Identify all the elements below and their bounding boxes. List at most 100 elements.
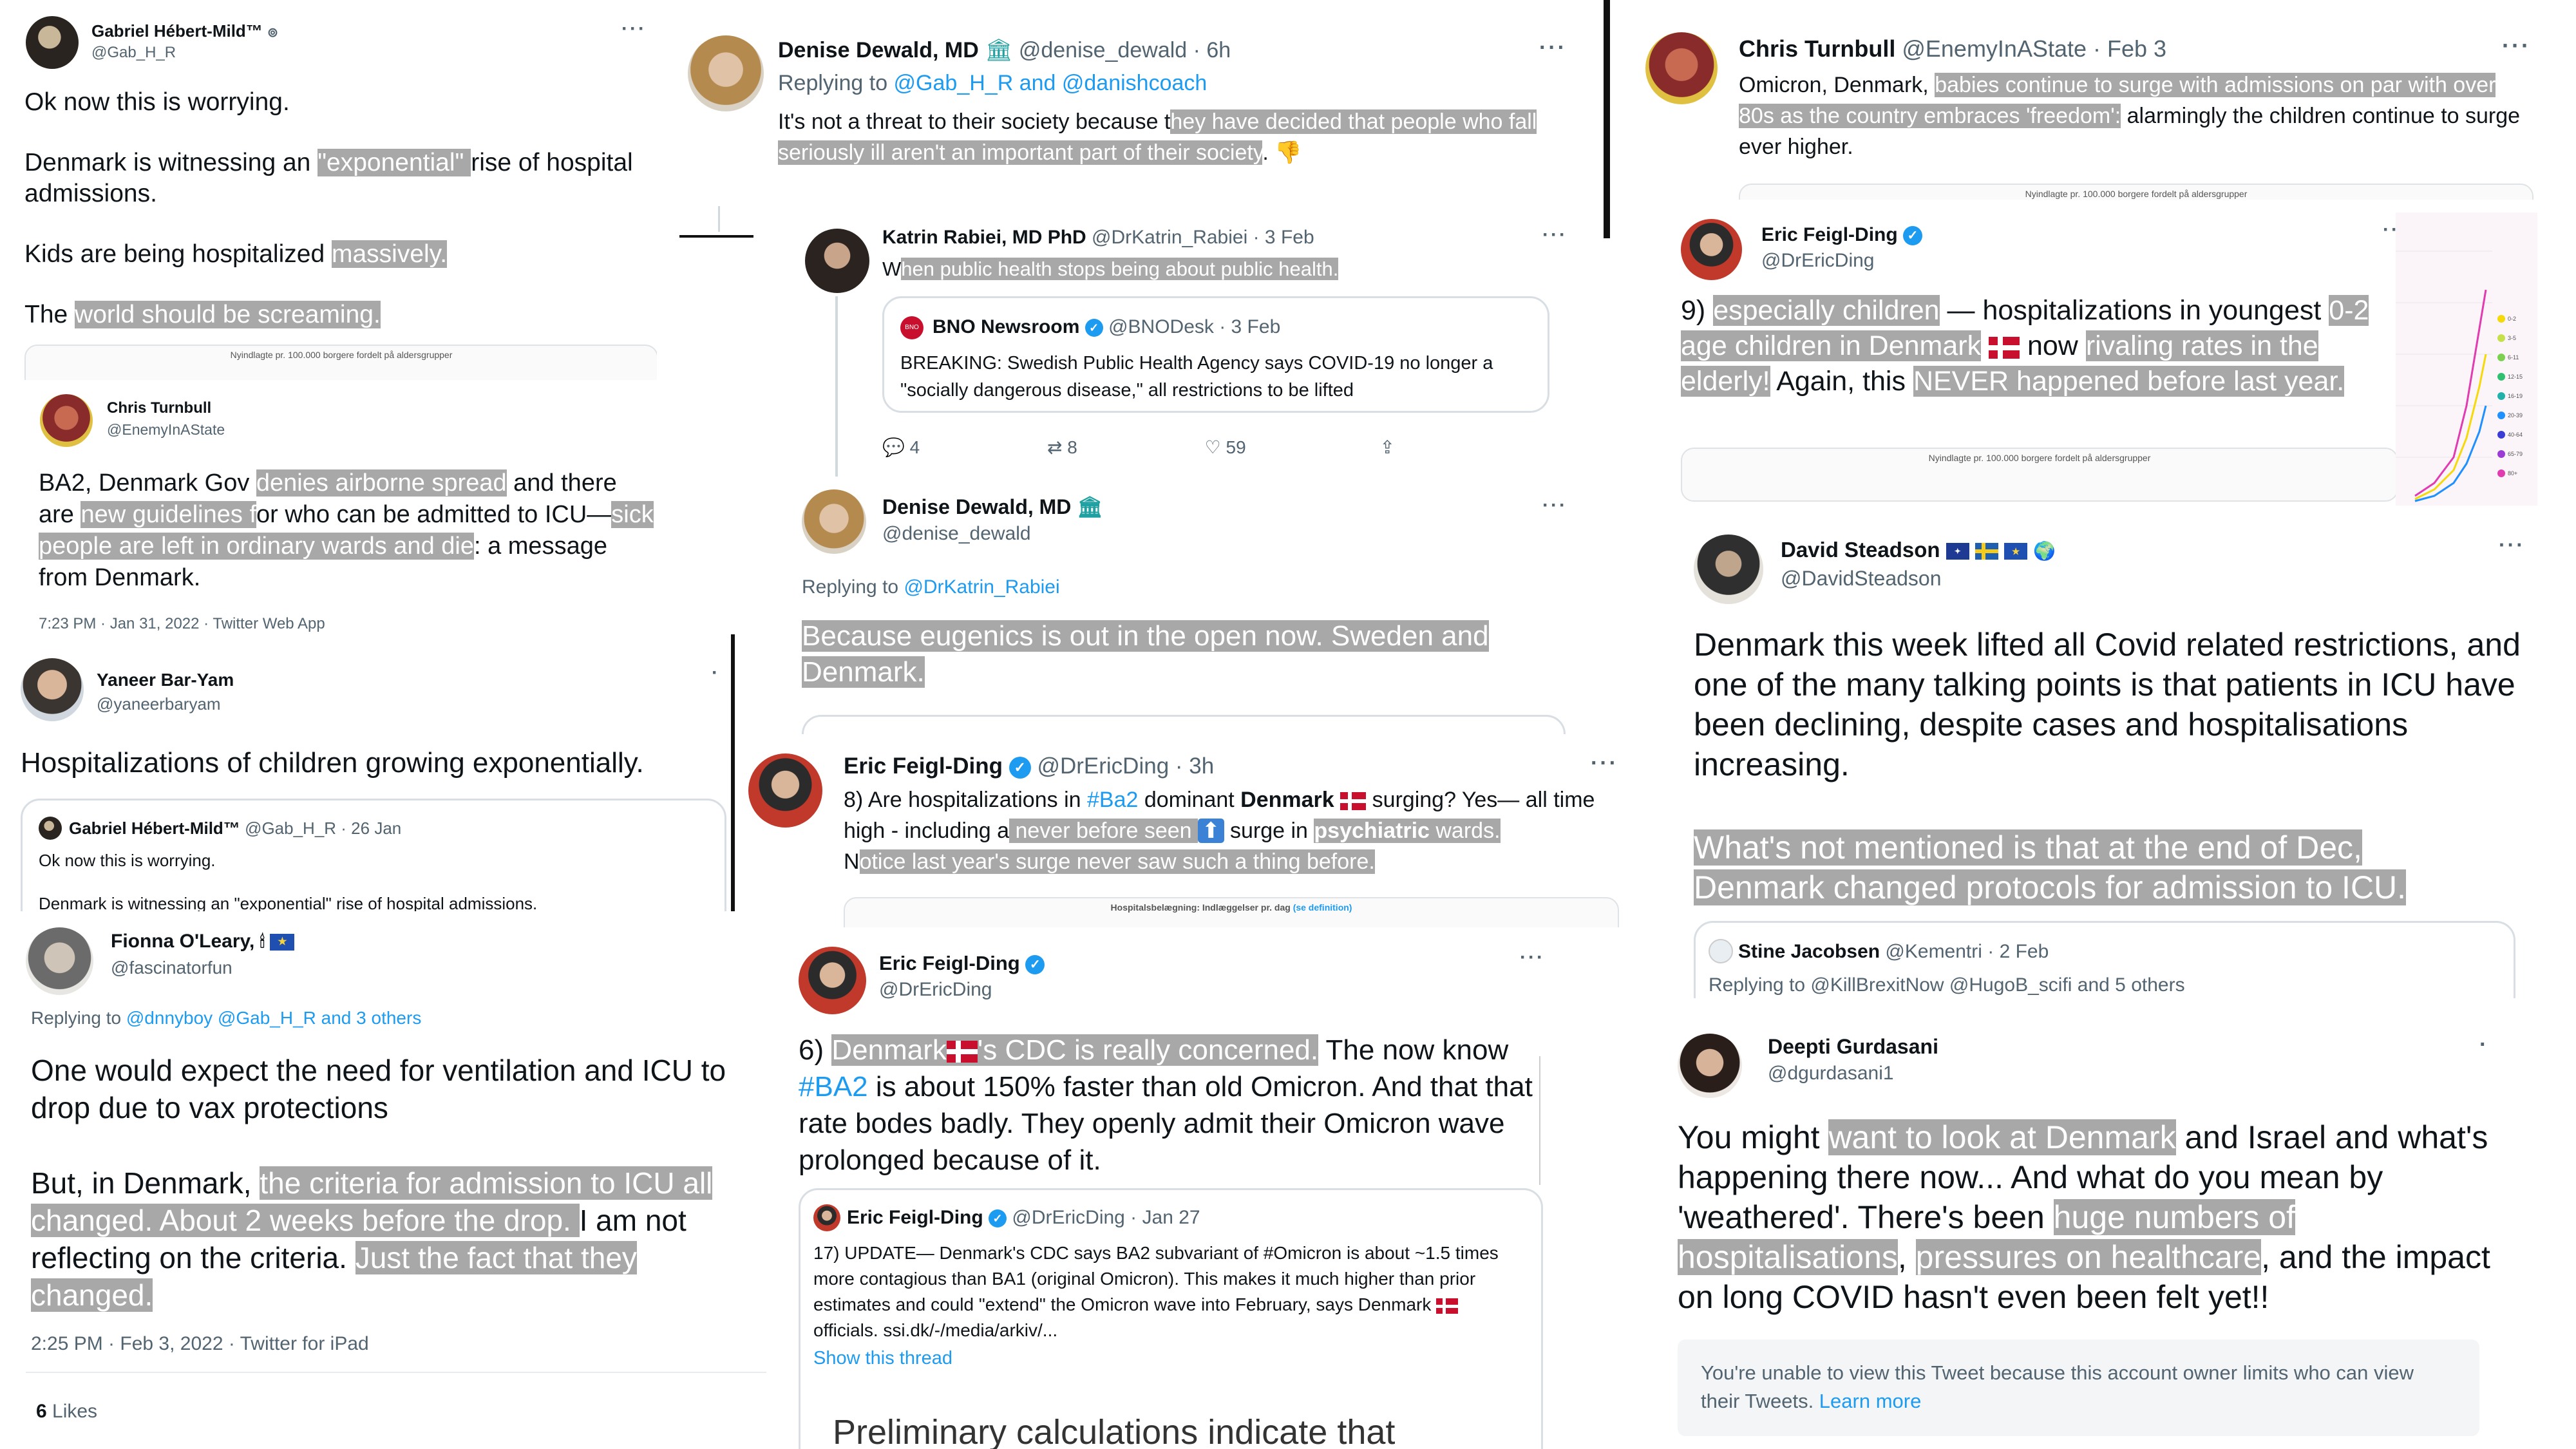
tweet-chris-quote: Chris Turnbull @EnemyInAState BA2, Denma… — [19, 380, 663, 638]
avatar[interactable] — [1681, 219, 1742, 280]
hospital-icon: 🕯 — [260, 932, 265, 951]
divider — [1604, 0, 1610, 238]
tweet-meta[interactable]: 7:23 PM · Jan 31, 2022 · Twitter Web App — [39, 615, 325, 633]
more-icon[interactable]: ··· — [621, 18, 647, 40]
quoted-tweet[interactable]: BNO BNO Newsroom ✓ @BNODesk · 3 Feb BREA… — [882, 296, 1549, 413]
quoted-tweet[interactable] — [802, 715, 1566, 734]
tweet-text: When public health stops being about pub… — [882, 258, 1339, 280]
author-handle[interactable]: @DavidSteadson — [1781, 567, 1942, 591]
eu-flag-icon: ★ — [270, 934, 295, 951]
author-handle[interactable]: @DrEricDing — [879, 979, 992, 1001]
likes-count[interactable]: 6 Likes — [36, 1401, 97, 1423]
quote-author[interactable]: BNO Newsroom ✓ @BNODesk · 3 Feb — [933, 316, 1280, 338]
replying-to[interactable]: Replying to @Gab_H_R and @danishcoach — [778, 71, 1207, 96]
avatar[interactable] — [805, 229, 869, 293]
legend-swatch — [2497, 354, 2505, 361]
author-handle[interactable]: @denise_dewald — [882, 523, 1031, 545]
legend-item: 6-11 — [2497, 348, 2536, 367]
avatar[interactable] — [799, 947, 866, 1014]
avatar[interactable] — [1645, 32, 1718, 104]
author-handle[interactable]: @Gab_H_R — [91, 44, 176, 62]
avatar[interactable]: BNO — [900, 316, 923, 339]
tweet-meta[interactable]: 2:25 PM · Feb 3, 2022 · Twitter for iPad — [31, 1333, 369, 1355]
avatar[interactable] — [748, 753, 822, 828]
like-icon[interactable]: ♡ — [1205, 437, 1221, 457]
reply-icon[interactable]: 💬 — [882, 437, 905, 457]
more-icon[interactable]: ··· — [1539, 35, 1567, 61]
tweet-eric-8: Eric Feigl-Ding ✓ @DrEricDing · 3h ··· 8… — [741, 734, 1623, 927]
legend-label: 6-11 — [2508, 354, 2519, 361]
chart-image[interactable]: Hospitalsbelægning: Indlæggelser pr. dag… — [844, 897, 1619, 927]
author-name[interactable]: Eric Feigl-Ding ✓ — [879, 952, 1045, 975]
more-icon[interactable]: · — [2479, 1032, 2486, 1057]
avatar[interactable] — [26, 927, 93, 995]
more-icon[interactable]: ··· — [2502, 32, 2531, 59]
series-line — [2414, 289, 2487, 497]
legend-item: 12-15 — [2497, 367, 2536, 386]
quote-author[interactable]: Stine Jacobsen @Kementri · 2 Feb — [1738, 941, 2049, 963]
legend-label: 3-5 — [2508, 335, 2517, 341]
author-name[interactable]: Denise Dewald, MD 🏛 — [882, 495, 1103, 519]
retweet-icon[interactable]: ⇄ — [1047, 437, 1062, 457]
author-name[interactable]: Chris Turnbull — [107, 399, 211, 417]
quote-author[interactable]: Gabriel Hébert-Mild™ @Gab_H_R · 26 Jan — [69, 819, 401, 838]
quoted-tweet[interactable]: Eric Feigl-Ding ✓ @DrEricDing · Jan 27 1… — [799, 1188, 1543, 1449]
more-icon[interactable]: ··· — [1520, 947, 1545, 969]
author-name[interactable]: Eric Feigl-Ding ✓ — [1761, 224, 1923, 246]
more-icon[interactable]: ··· — [2499, 533, 2525, 557]
avatar[interactable] — [26, 16, 79, 69]
legend-swatch — [2497, 334, 2505, 342]
author-name[interactable]: Deepti Gurdasani — [1768, 1035, 1938, 1059]
more-icon[interactable]: ··· — [1542, 495, 1567, 516]
eu-flag-icon: ★ — [2004, 543, 2028, 560]
author-line[interactable]: Katrin Rabiei, MD PhD @DrKatrin_Rabiei ·… — [882, 227, 1314, 249]
share-icon[interactable]: ⇪ — [1379, 437, 1394, 457]
author-handle[interactable]: @EnemyInAState — [107, 421, 225, 439]
legend-item: 16-19 — [2497, 386, 2536, 406]
legend-item: 3-5 — [2497, 328, 2536, 348]
avatar[interactable] — [688, 35, 764, 111]
more-icon[interactable]: · — [712, 662, 720, 684]
avatar[interactable] — [813, 1204, 840, 1231]
more-icon[interactable]: ··· — [1591, 751, 1618, 776]
chart-image[interactable]: Nyindlagte pr. 100.000 borgere fordelt p… — [1681, 448, 2398, 502]
tweet-denise-reply: Denise Dewald, MD 🏛 @denise_dewald ··· R… — [795, 477, 1587, 734]
series-line — [2414, 405, 2487, 502]
replying-to[interactable]: Replying to @dnnyboy @Gab_H_R and 3 othe… — [31, 1008, 421, 1028]
legend-item: 20-39 — [2497, 406, 2536, 425]
chart-image[interactable]: Nyindlagte pr. 100.000 borgere fordelt p… — [24, 345, 657, 380]
side-chart-fragment — [1539, 1056, 1623, 1185]
tweet-text: One would expect the need for ventilatio… — [31, 1054, 726, 1124]
avatar[interactable] — [802, 489, 866, 554]
more-icon[interactable]: ··· — [1542, 224, 1567, 246]
avatar[interactable] — [1678, 1034, 1742, 1098]
replying-to[interactable]: Replying to @DrKatrin_Rabiei — [802, 576, 1060, 598]
avatar[interactable] — [1694, 535, 1763, 604]
tweet-actions: 💬 4 ⇄ 8 ♡ 59 ⇪ — [882, 437, 1501, 458]
legend-label: 65-79 — [2508, 451, 2523, 457]
avatar[interactable] — [1709, 939, 1733, 963]
author-handle[interactable]: @yaneerbaryam — [97, 694, 221, 714]
author-line[interactable]: Denise Dewald, MD 🏛 @denise_dewald · 6h — [778, 37, 1231, 63]
author-name[interactable]: Fionna O'Leary, 🕯 ★ — [111, 931, 295, 952]
author-line[interactable]: Chris Turnbull @EnemyInAState · Feb 3 — [1739, 35, 2166, 62]
author-name[interactable]: Yaneer Bar-Yam — [97, 670, 234, 690]
author-line[interactable]: Eric Feigl-Ding ✓ @DrEricDing · 3h — [844, 753, 1214, 779]
quoted-tweet[interactable]: Stine Jacobsen @Kementri · 2 Feb Replyin… — [1694, 921, 2515, 998]
tweet-text: Omicron, Denmark, babies continue to sur… — [1739, 73, 2521, 159]
author-handle[interactable]: @dgurdasani1 — [1768, 1063, 1894, 1084]
learn-more-link[interactable]: Learn more — [1819, 1390, 1922, 1412]
author-handle[interactable]: @DrEricDing — [1761, 250, 1874, 272]
avatar[interactable] — [39, 817, 62, 840]
author-name[interactable]: David Steadson ✦ ★ 🌍 — [1781, 538, 2056, 562]
show-thread-link[interactable]: Show this thread — [813, 1348, 952, 1369]
replying-to[interactable]: Replying to @KillBrexitNow @HugoB_scifi … — [1709, 974, 2185, 996]
author-name[interactable]: Gabriel Hébert-Mild™ ⊚ — [91, 21, 278, 41]
tweet-david: David Steadson ✦ ★ 🌍 @DavidSteadson ··· … — [1674, 509, 2537, 998]
quoted-tweet[interactable]: Gabriel Hébert-Mild™ @Gab_H_R · 26 Jan O… — [21, 799, 726, 914]
quote-author[interactable]: Eric Feigl-Ding ✓ @DrEricDing · Jan 27 — [847, 1207, 1200, 1229]
legend: 0-2 3-5 6-11 12-15 16-19 20-39 40-64 65-79 80+ — [2497, 309, 2536, 483]
avatar[interactable] — [21, 658, 84, 721]
avatar[interactable] — [40, 394, 93, 447]
author-handle[interactable]: @fascinatorfun — [111, 958, 232, 978]
